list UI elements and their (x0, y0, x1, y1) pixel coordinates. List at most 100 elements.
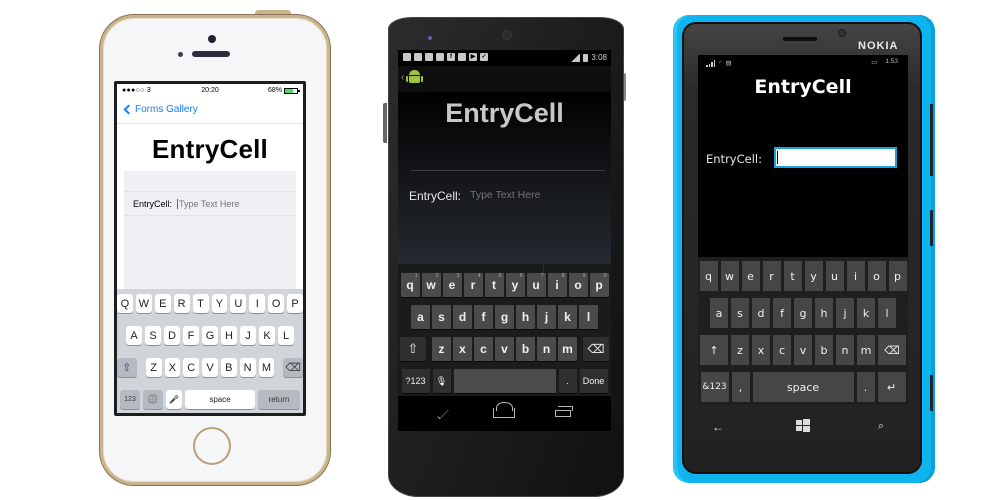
ios-key[interactable]: I (249, 294, 266, 313)
delete-key[interactable]: ⌫ (878, 335, 906, 365)
wp-key[interactable]: a (710, 298, 728, 328)
shift-key[interactable]: ⇧ (400, 337, 426, 361)
ios-entry-cell-input[interactable] (177, 198, 288, 209)
ios-home-button[interactable] (193, 427, 231, 465)
wp-key[interactable]: v (794, 335, 812, 365)
ios-key[interactable]: O (268, 294, 285, 313)
android-key[interactable]: f (474, 305, 493, 329)
space-key[interactable] (453, 369, 556, 393)
android-key[interactable]: j (537, 305, 556, 329)
wp-key[interactable]: w (720, 261, 739, 291)
android-key[interactable]: e3 (442, 273, 462, 297)
ios-entry-cell[interactable]: EntryCell: (124, 191, 296, 216)
ios-key[interactable]: Q (117, 294, 133, 313)
numbers-key[interactable]: 123 (120, 390, 140, 409)
wp-key[interactable]: p (888, 261, 907, 291)
android-key[interactable]: g (495, 305, 514, 329)
search-icon[interactable]: ⌕ (878, 420, 884, 433)
ios-key[interactable]: E (154, 294, 171, 313)
android-key[interactable]: i8 (547, 273, 567, 297)
ios-key[interactable]: F (183, 326, 199, 345)
wp-key[interactable]: c (773, 335, 791, 365)
ios-key[interactable]: N (239, 358, 256, 377)
android-key[interactable]: r4 (463, 273, 483, 297)
android-key[interactable]: b (516, 337, 535, 361)
android-key[interactable]: x (453, 337, 472, 361)
ios-key[interactable]: Z (145, 358, 162, 377)
ios-key[interactable]: C (183, 358, 200, 377)
comma-key[interactable]: , (731, 372, 750, 402)
wp-key[interactable]: m (857, 335, 875, 365)
wp-entry-cell-input[interactable] (774, 147, 897, 168)
voice-input-key[interactable]: 🎙 (432, 369, 451, 393)
android-key[interactable]: u7 (526, 273, 546, 297)
ios-key[interactable]: P (287, 294, 303, 313)
space-key[interactable]: space (185, 390, 255, 409)
ios-back-button[interactable]: Forms Gallery (123, 104, 198, 115)
android-key[interactable]: z (432, 337, 451, 361)
globe-key[interactable]: 🌐 (143, 390, 163, 409)
wp-key[interactable]: f (773, 298, 791, 328)
ios-key[interactable]: U (230, 294, 247, 313)
windows-start-icon[interactable] (796, 419, 810, 433)
ios-key[interactable]: Y (211, 294, 228, 313)
ios-key[interactable]: B (220, 358, 237, 377)
shift-key[interactable]: ⇧ (117, 358, 137, 377)
delete-key[interactable]: ⌫ (283, 358, 303, 377)
ios-key[interactable]: K (259, 326, 275, 345)
period-key[interactable]: . (558, 369, 577, 393)
wp-key[interactable]: r (762, 261, 781, 291)
hide-keyboard-icon[interactable] (437, 407, 449, 420)
android-key[interactable]: d (453, 305, 472, 329)
ios-key[interactable]: G (202, 326, 218, 345)
ios-key[interactable]: W (135, 294, 152, 313)
shift-key[interactable]: ↑ (700, 335, 728, 365)
wp-key[interactable]: i (846, 261, 865, 291)
wp-key[interactable]: s (731, 298, 749, 328)
ios-key[interactable]: D (164, 326, 180, 345)
android-key[interactable]: c (474, 337, 493, 361)
wp-key[interactable]: z (731, 335, 749, 365)
android-key[interactable]: q1 (400, 273, 420, 297)
enter-key[interactable]: ↵ (877, 372, 906, 402)
recent-apps-icon[interactable] (555, 406, 573, 417)
wp-key[interactable]: j (836, 298, 854, 328)
ios-key[interactable]: L (278, 326, 294, 345)
done-key[interactable]: Done (579, 369, 608, 393)
wp-key[interactable]: h (815, 298, 833, 328)
space-key[interactable]: space (752, 372, 854, 402)
android-entry-cell-input[interactable] (470, 189, 600, 201)
home-icon[interactable] (493, 408, 515, 418)
ios-key[interactable]: X (164, 358, 181, 377)
back-arrow-icon[interactable]: ← (712, 420, 724, 434)
android-key[interactable]: p0 (589, 273, 609, 297)
wp-key[interactable]: t (783, 261, 802, 291)
ios-key[interactable]: V (202, 358, 218, 377)
android-key[interactable]: s (432, 305, 451, 329)
wp-key[interactable]: x (752, 335, 770, 365)
android-key[interactable]: v (495, 337, 514, 361)
symbols-key[interactable]: &123 (700, 372, 729, 402)
wp-key[interactable]: d (752, 298, 770, 328)
period-key[interactable]: . (856, 372, 875, 402)
wp-key[interactable]: l (878, 298, 896, 328)
wp-key[interactable]: k (857, 298, 875, 328)
ios-key[interactable]: J (240, 326, 256, 345)
wp-key[interactable]: b (815, 335, 833, 365)
ios-key[interactable]: A (126, 326, 142, 345)
android-key[interactable]: a (411, 305, 430, 329)
android-key[interactable]: h (516, 305, 535, 329)
wp-key[interactable]: e (741, 261, 760, 291)
wp-key[interactable]: o (867, 261, 886, 291)
ios-key[interactable]: M (258, 358, 275, 377)
wp-key[interactable]: q (699, 261, 718, 291)
wp-key[interactable]: u (825, 261, 844, 291)
ios-key[interactable]: T (192, 294, 209, 313)
wp-key[interactable]: n (836, 335, 854, 365)
return-key[interactable]: return (258, 390, 300, 409)
android-key[interactable]: m (558, 337, 577, 361)
ios-key[interactable]: S (145, 326, 161, 345)
wp-key[interactable]: g (794, 298, 812, 328)
android-key[interactable]: l (579, 305, 598, 329)
android-key[interactable]: t5 (484, 273, 504, 297)
